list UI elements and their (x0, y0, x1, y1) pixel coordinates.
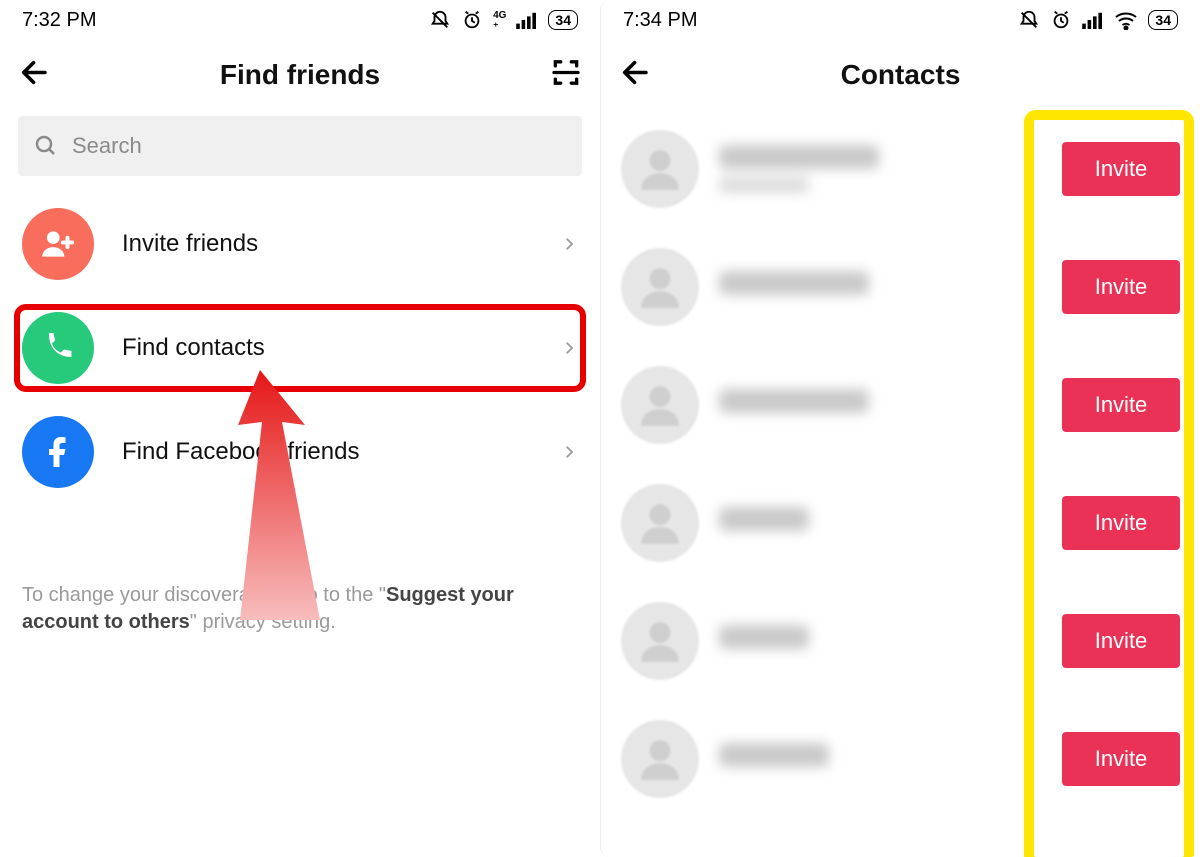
status-bar: 7:32 PM 4G₊ 34 (0, 0, 600, 40)
option-label: Find Facebook friends (122, 438, 532, 466)
status-time: 7:34 PM (623, 9, 697, 32)
option-find-contacts[interactable]: Find contacts (0, 298, 600, 398)
screen-contacts: 7:34 PM 34 Contacts InviteInviteInviteIn… (600, 0, 1200, 857)
avatar (621, 484, 699, 562)
page-title: Find friends (220, 59, 380, 91)
avatar (621, 720, 699, 798)
chevron-right-icon (560, 339, 578, 357)
avatar (621, 602, 699, 680)
arrow-left-icon (619, 56, 653, 90)
header-bar: Contacts (601, 40, 1200, 110)
invite-button[interactable]: Invite (1062, 732, 1180, 786)
find-contacts-icon (22, 312, 94, 384)
invite-button[interactable]: Invite (1062, 496, 1180, 550)
search-placeholder: Search (72, 133, 142, 159)
alarm-icon (461, 9, 483, 31)
option-find-facebook[interactable]: Find Facebook friends (0, 402, 600, 502)
status-icons: 34 (1018, 9, 1178, 31)
search-icon (34, 134, 58, 158)
header-bar: Find friends (0, 40, 600, 110)
contact-row[interactable]: Invite (601, 700, 1200, 818)
invite-button[interactable]: Invite (1062, 614, 1180, 668)
back-button[interactable] (619, 56, 653, 95)
dnd-icon (429, 9, 451, 31)
contact-text (719, 507, 1042, 539)
signal-icon (1082, 11, 1104, 29)
status-icons: 4G₊ 34 (429, 9, 578, 31)
invite-button[interactable]: Invite (1062, 378, 1180, 432)
contact-text (719, 271, 1042, 303)
status-bar: 7:34 PM 34 (601, 0, 1200, 40)
discoverability-footnote: To change your discoverability go to the… (22, 582, 578, 636)
page-title: Contacts (841, 59, 961, 91)
alarm-icon (1050, 9, 1072, 31)
arrow-left-icon (18, 56, 52, 90)
scan-button[interactable] (550, 57, 582, 94)
contact-row[interactable]: Invite (601, 582, 1200, 700)
avatar (621, 130, 699, 208)
chevron-right-icon (560, 235, 578, 253)
option-label: Find contacts (122, 334, 532, 362)
facebook-icon (22, 416, 94, 488)
contact-row[interactable]: Invite (601, 228, 1200, 346)
battery-icon: 34 (548, 10, 578, 30)
contact-text (719, 389, 1042, 421)
scan-icon (550, 57, 582, 89)
back-button[interactable] (18, 56, 52, 95)
chevron-right-icon (560, 443, 578, 461)
contact-row[interactable]: Invite (601, 464, 1200, 582)
signal-icon (516, 11, 538, 29)
contacts-list[interactable]: Invite Invite Invite Invite Invite Invite (601, 110, 1200, 857)
invite-button[interactable]: Invite (1062, 260, 1180, 314)
option-invite-friends[interactable]: Invite friends (0, 194, 600, 294)
avatar (621, 248, 699, 326)
invite-friends-icon (22, 208, 94, 280)
screen-find-friends: 7:32 PM 4G₊ 34 Find friends Search (0, 0, 600, 857)
battery-icon: 34 (1148, 10, 1178, 30)
contact-text (719, 743, 1042, 775)
wifi-icon (1114, 10, 1138, 30)
option-label: Invite friends (122, 230, 532, 258)
contact-row[interactable]: Invite (601, 110, 1200, 228)
contact-text (719, 145, 1042, 193)
dnd-icon (1018, 9, 1040, 31)
invite-button[interactable]: Invite (1062, 142, 1180, 196)
contact-row[interactable]: Invite (601, 346, 1200, 464)
status-time: 7:32 PM (22, 9, 96, 32)
search-input[interactable]: Search (18, 116, 582, 176)
avatar (621, 366, 699, 444)
contact-text (719, 625, 1042, 657)
network-4g-icon: 4G₊ (493, 12, 506, 28)
